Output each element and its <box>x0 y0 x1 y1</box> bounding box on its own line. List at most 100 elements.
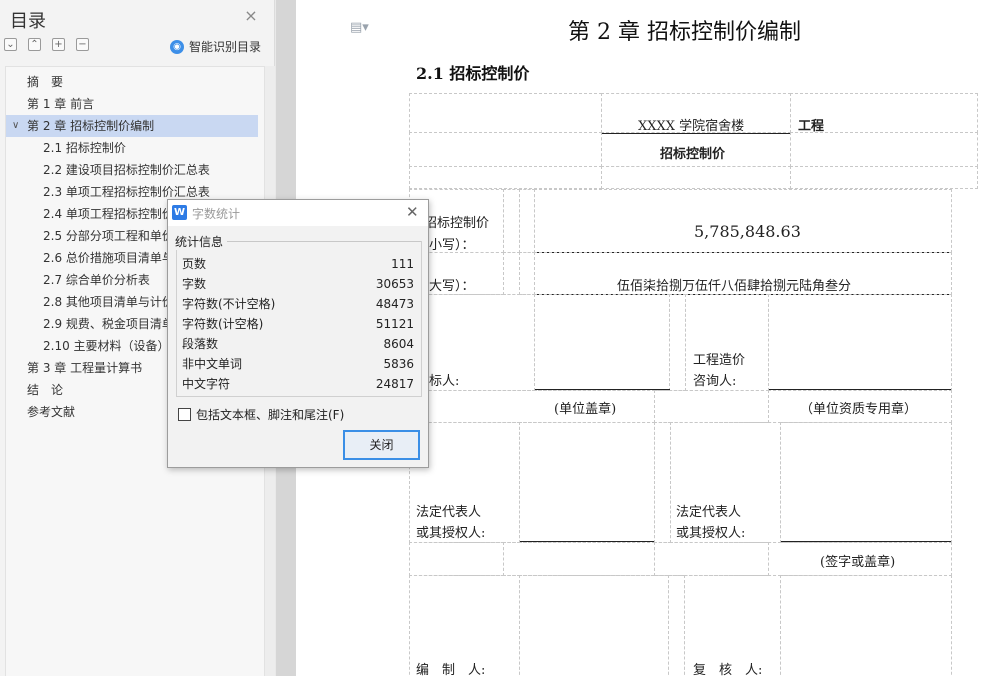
toc-item[interactable]: 2.1 招标控制价 <box>6 137 258 159</box>
stat-label: 字符数(计空格) <box>182 317 264 331</box>
stat-label: 页数 <box>182 257 207 271</box>
table-cell <box>654 542 769 576</box>
table-cell <box>519 252 535 295</box>
price-small-value: 5,785,848.63 <box>694 222 801 241</box>
table-cell <box>669 294 686 391</box>
stat-row: 段落数 8604 <box>182 334 414 354</box>
stat-row: 页数 111 <box>182 254 414 274</box>
toc-item-label: 结 论 <box>27 383 64 397</box>
table-cell <box>409 132 602 167</box>
toc-item-label: 2.3 单项工程招标控制价汇总表 <box>43 185 210 199</box>
table-cell <box>768 294 952 391</box>
toc-toolbar: ⌄ ⌃ + − <box>4 38 89 54</box>
stat-value: 8604 <box>383 337 414 351</box>
chapter-heading: 第 2 章 招标控制价编制 <box>568 20 801 45</box>
stat-label: 非中文单词 <box>182 357 243 371</box>
toc-item-label: 2.10 主要材料（设备） <box>43 339 170 353</box>
reviewer-label: 复 核 人: <box>693 663 763 676</box>
stat-value: 48473 <box>375 297 414 311</box>
smart-toc-button[interactable]: ◉ 智能识别目录 <box>170 38 261 55</box>
table-cell <box>519 189 535 253</box>
table-cell <box>790 132 978 167</box>
price-small-label-1: 招标控制价 <box>424 216 490 231</box>
consultant-label-2: 咨询人: <box>693 374 737 389</box>
smart-toc-label: 智能识别目录 <box>189 40 262 54</box>
table-cell <box>409 390 655 423</box>
table-cell <box>790 166 978 189</box>
price-big-value: 伍佰柒拾捌万伍仟八佰肆拾捌元陆角叁分 <box>617 279 852 294</box>
stat-label: 字数 <box>182 277 207 291</box>
stat-value: 5836 <box>383 357 414 371</box>
toc-item[interactable]: 2.2 建设项目招标控制价汇总表 <box>6 159 258 181</box>
stat-label: 中文字符 <box>182 377 231 391</box>
toc-item-label: 2.5 分部分项工程和单价 <box>43 229 174 243</box>
stat-row: 非中文单词 5836 <box>182 354 414 374</box>
table-cell <box>519 422 655 543</box>
table-cell <box>519 575 669 676</box>
table-cell <box>534 189 952 253</box>
stat-row: 字符数(计空格) 51121 <box>182 314 414 334</box>
toc-item-label: 第 1 章 前言 <box>27 97 95 111</box>
table-cell <box>409 93 602 133</box>
toc-item-label: 2.6 总价措施项目清单与 <box>43 251 174 265</box>
include-textbox-checkbox[interactable]: 包括文本框、脚注和尾注(F) <box>178 406 344 423</box>
toc-item-label: 2.4 单项工程招标控制价 <box>43 207 174 221</box>
table-cell <box>668 575 685 676</box>
toc-item-label: 第 3 章 工程量计算书 <box>27 361 143 375</box>
plus-icon[interactable]: + <box>52 38 65 51</box>
stat-row: 字符数(不计空格) 48473 <box>182 294 414 314</box>
legal-rep-label-2b: 或其授权人: <box>676 526 746 541</box>
word-count-dialog: W 字数统计 ✕ 统计信息 页数 111 字数 30653 字符数(不计空格) 484… <box>167 199 429 468</box>
legal-rep-label-1: 法定代表人 <box>416 505 482 520</box>
sign-or-seal: (签字或盖章) <box>820 555 896 570</box>
checkbox-label: 包括文本框、脚注和尾注(F) <box>196 408 345 422</box>
minus-icon[interactable]: − <box>76 38 89 51</box>
stat-value: 111 <box>391 257 414 271</box>
stat-row: 中文字符 24817 <box>182 374 414 394</box>
seal-unit: (单位盖章) <box>554 402 617 417</box>
legal-rep-label-2: 或其授权人: <box>416 526 486 541</box>
legal-rep-label-1b: 法定代表人 <box>676 505 742 520</box>
checkbox[interactable] <box>178 408 191 421</box>
collapse-all-icon[interactable]: ⌄ <box>4 38 17 51</box>
close-icon[interactable]: ✕ <box>406 204 419 220</box>
compiler-label: 编 制 人: <box>416 663 486 676</box>
consultant-label-1: 工程造价 <box>693 353 746 368</box>
table-cell <box>409 542 504 576</box>
toc-item-label: 摘 要 <box>27 75 64 89</box>
table-cell <box>601 166 791 189</box>
smart-recognition-icon: ◉ <box>170 39 184 54</box>
table-cell <box>780 575 952 676</box>
project-suffix: 工程 <box>798 119 825 134</box>
toc-item-active[interactable]: ∨ 第 2 章 招标控制价编制 <box>6 115 258 137</box>
table-cell <box>654 422 671 543</box>
table-cell <box>503 189 520 253</box>
close-icon[interactable]: × <box>243 8 259 24</box>
table-cell <box>654 390 769 423</box>
table-cell <box>534 294 670 391</box>
table-cell <box>503 252 520 295</box>
wps-logo-icon: W <box>172 205 187 220</box>
stat-row: 字数 30653 <box>182 274 414 294</box>
doc-name: 招标控制价 <box>660 147 726 162</box>
table-cell <box>409 166 602 189</box>
expand-up-icon[interactable]: ⌃ <box>28 38 41 51</box>
seal-qualification: （单位资质专用章） <box>800 402 918 417</box>
dialog-title: 字数统计 <box>192 207 241 221</box>
dialog-titlebar[interactable]: W 字数统计 ✕ <box>168 200 428 226</box>
toc-item-label: 2.9 规费、税金项目清单 <box>43 317 174 331</box>
toc-item[interactable]: 第 1 章 前言 <box>6 93 258 115</box>
toc-item-label: 第 2 章 招标控制价编制 <box>27 119 155 133</box>
toc-item-label: 2.1 招标控制价 <box>43 141 126 155</box>
stat-value: 30653 <box>375 277 414 291</box>
toc-title: 目录 <box>10 11 46 32</box>
chevron-down-icon[interactable]: ∨ <box>12 115 19 137</box>
stat-label: 字符数(不计空格) <box>182 297 276 311</box>
table-cell <box>503 542 655 576</box>
toc-item-label: 2.8 其他项目清单与计价 <box>43 295 174 309</box>
document-icon[interactable]: ▤▾ <box>350 20 374 36</box>
close-button[interactable]: 关闭 <box>343 430 420 460</box>
project-name: XXXX 学院宿舍楼 <box>638 119 745 134</box>
stat-label: 段落数 <box>182 337 219 351</box>
toc-item[interactable]: 摘 要 <box>6 71 258 93</box>
